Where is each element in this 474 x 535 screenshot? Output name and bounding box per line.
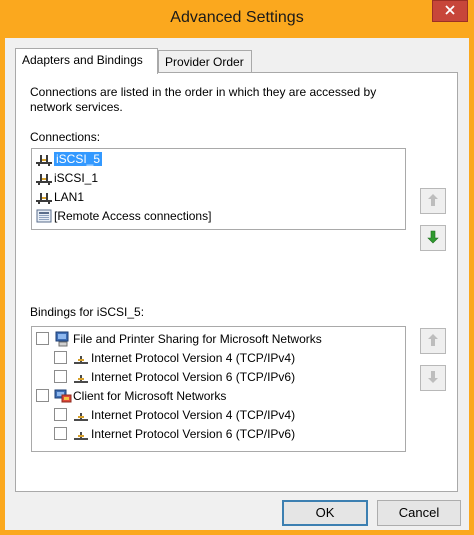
connections-description: Connections are listed in the order in w… (30, 85, 377, 114)
binding-label: Internet Protocol Version 6 (TCP/IPv6) (91, 369, 296, 384)
file-printer-sharing-icon (53, 331, 73, 347)
binding-item[interactable]: Internet Protocol Version 6 (TCP/IPv6) (54, 367, 295, 386)
connection-move-up-button[interactable] (420, 188, 446, 214)
binding-item[interactable]: Internet Protocol Version 4 (TCP/IPv4) (54, 348, 295, 367)
remote-access-icon (34, 208, 54, 224)
binding-move-up-button[interactable] (420, 328, 446, 354)
tab-adapters-and-bindings[interactable]: Adapters and Bindings (15, 48, 158, 74)
connection-move-down-button[interactable] (420, 225, 446, 251)
binding-checkbox[interactable] (54, 408, 67, 421)
binding-label: Internet Protocol Version 4 (TCP/IPv4) (91, 350, 296, 365)
binding-checkbox[interactable] (54, 370, 67, 383)
window-title: Advanced Settings (170, 9, 304, 26)
binding-checkbox[interactable] (36, 332, 49, 345)
protocol-icon (71, 407, 91, 423)
tab-provider-order[interactable]: Provider Order (158, 50, 252, 72)
connections-label: Connections: (30, 130, 101, 144)
binding-item[interactable]: Client for Microsoft Networks (36, 386, 226, 405)
protocol-icon (71, 369, 91, 385)
network-client-icon (53, 388, 73, 404)
bindings-tree[interactable]: File and Printer Sharing for Microsoft N… (31, 326, 406, 452)
binding-checkbox[interactable] (54, 427, 67, 440)
binding-label: Internet Protocol Version 6 (TCP/IPv6) (91, 426, 296, 441)
binding-checkbox[interactable] (36, 389, 49, 402)
close-icon (445, 4, 455, 18)
network-adapter-icon (34, 151, 54, 167)
title-bar[interactable]: Advanced Settings (0, 0, 474, 40)
advanced-settings-window: Advanced Settings Adapters and Bindings … (0, 0, 474, 535)
connection-label: LAN1 (54, 189, 85, 204)
connection-item[interactable]: iSCSI_1 (34, 168, 98, 187)
arrow-up-icon (426, 332, 440, 351)
cancel-button[interactable]: Cancel (377, 500, 461, 526)
connections-list[interactable]: iSCSI_5 iSCSI_1 LAN1 [Remote Access conn… (31, 148, 406, 230)
protocol-icon (71, 426, 91, 442)
binding-move-down-button[interactable] (420, 365, 446, 391)
ok-button[interactable]: OK (282, 500, 368, 526)
connection-item[interactable]: LAN1 (34, 187, 84, 206)
binding-label: Internet Protocol Version 4 (TCP/IPv4) (91, 407, 296, 422)
connection-label: [Remote Access connections] (54, 208, 212, 223)
network-adapter-icon (34, 189, 54, 205)
protocol-icon (71, 350, 91, 366)
network-adapter-icon (34, 170, 54, 186)
connection-label: iSCSI_1 (54, 170, 99, 185)
close-button[interactable] (432, 0, 468, 22)
binding-label: File and Printer Sharing for Microsoft N… (73, 331, 322, 346)
binding-item[interactable]: Internet Protocol Version 6 (TCP/IPv6) (54, 424, 295, 443)
binding-checkbox[interactable] (54, 351, 67, 364)
arrow-down-icon (426, 229, 440, 248)
binding-label: Client for Microsoft Networks (73, 388, 227, 403)
arrow-down-icon (426, 369, 440, 388)
arrow-up-icon (426, 192, 440, 211)
binding-item[interactable]: File and Printer Sharing for Microsoft N… (36, 329, 322, 348)
binding-item[interactable]: Internet Protocol Version 4 (TCP/IPv4) (54, 405, 295, 424)
connection-item[interactable]: [Remote Access connections] (34, 206, 211, 225)
bindings-label: Bindings for iSCSI_5: (30, 305, 145, 319)
connection-label: iSCSI_5 (54, 151, 103, 166)
adapters-and-bindings-panel: Connections are listed in the order in w… (15, 72, 458, 492)
dialog-client-area: Adapters and Bindings Provider Order Con… (5, 38, 469, 530)
connection-item[interactable]: iSCSI_5 (34, 149, 103, 168)
